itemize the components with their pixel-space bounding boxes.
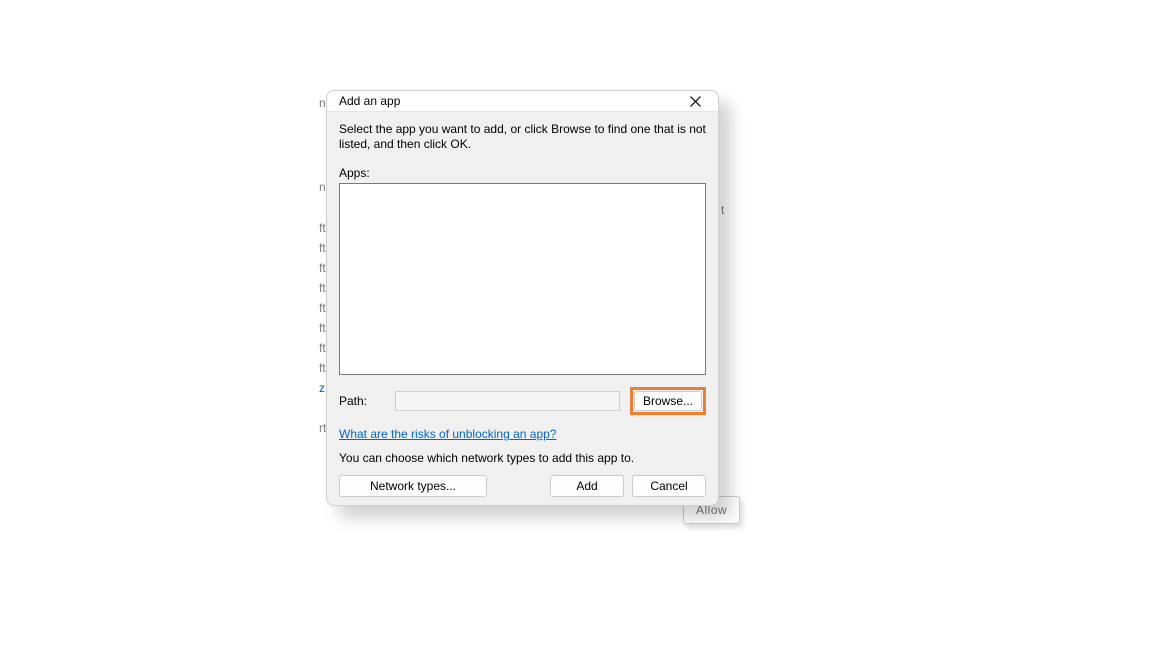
path-input[interactable] — [395, 391, 620, 411]
bg-fragment: ft — [319, 218, 326, 238]
bg-fragment: ft — [319, 258, 326, 278]
cancel-button[interactable]: Cancel — [632, 475, 706, 497]
bg-fragment: n — [319, 177, 326, 197]
dialog-title: Add an app — [339, 94, 672, 108]
bg-fragment: ft — [319, 238, 326, 258]
bg-fragment: ft — [319, 298, 326, 318]
add-an-app-dialog: Add an app Select the app you want to ad… — [326, 90, 719, 506]
instructions-text: Select the app you want to add, or click… — [339, 122, 706, 152]
apps-label: Apps: — [339, 166, 706, 180]
browse-highlight-frame: Browse... — [630, 387, 706, 415]
titlebar: Add an app — [327, 91, 718, 112]
browse-button[interactable]: Browse... — [634, 391, 702, 411]
bg-fragment: ft — [319, 278, 326, 298]
bg-fragment: ft — [319, 358, 326, 378]
network-types-text: You can choose which network types to ad… — [339, 451, 706, 465]
bg-fragment: t — [721, 200, 724, 220]
bg-fragment: z — [319, 378, 325, 398]
risks-link[interactable]: What are the risks of unblocking an app? — [339, 427, 706, 441]
network-types-button[interactable]: Network types... — [339, 475, 487, 497]
add-button[interactable]: Add — [550, 475, 624, 497]
close-button[interactable] — [672, 91, 718, 111]
path-label: Path: — [339, 394, 385, 408]
bg-fragment: ft — [319, 318, 326, 338]
close-icon — [690, 96, 701, 107]
apps-listbox[interactable] — [339, 183, 706, 375]
bg-fragment: n — [319, 93, 326, 113]
bg-fragment: ft — [319, 338, 326, 358]
